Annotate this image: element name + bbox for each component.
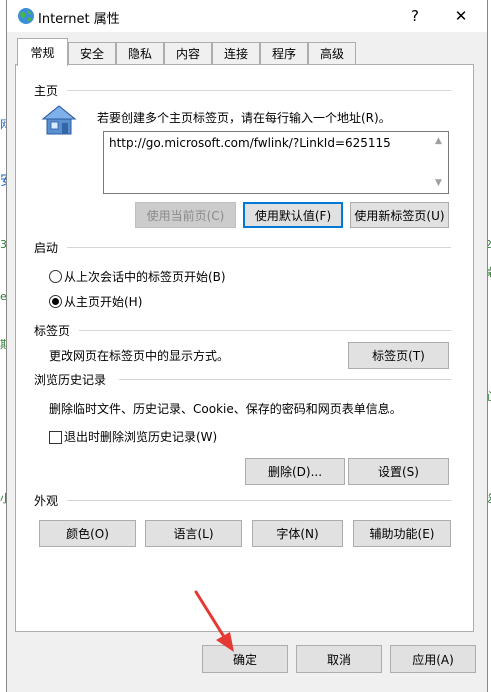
history-group-divider [119, 379, 451, 380]
startup-group-title: 启动 [34, 239, 65, 256]
appearance-group-divider [67, 500, 451, 501]
tab-advanced[interactable]: 高级 [308, 42, 356, 64]
title-bar[interactable]: Internet 属性 ? ✕ [7, 0, 487, 32]
colors-button[interactable]: 颜色(O) [39, 520, 136, 547]
delete-on-exit-checkbox[interactable] [49, 431, 62, 444]
apply-button[interactable]: 应用(A) [390, 645, 476, 673]
startup-last-session-label: 从上次会话中的标签页开始(B) [64, 270, 226, 284]
homepage-group-title: 主页 [34, 82, 65, 99]
close-button[interactable]: ✕ [441, 2, 481, 30]
scroll-up-icon[interactable]: ▲ [435, 136, 442, 146]
window-title: Internet 属性 [38, 12, 120, 27]
languages-button[interactable]: 语言(L) [145, 520, 242, 547]
delete-on-exit-label: 退出时删除浏览历史记录(W) [64, 430, 218, 444]
history-settings-button[interactable]: 设置(S) [348, 458, 449, 485]
homepage-group-divider [67, 90, 451, 91]
tab-connections[interactable]: 连接 [212, 42, 260, 64]
tab-general[interactable]: 常规 [17, 38, 68, 66]
use-default-button[interactable]: 使用默认值(F) [243, 202, 343, 228]
homepage-url-textarea[interactable]: http://go.microsoft.com/fwlink/?LinkId=6… [103, 131, 449, 194]
cancel-button[interactable]: 取消 [296, 645, 382, 673]
tabs-group-divider [79, 330, 451, 331]
startup-last-session-radio[interactable] [49, 270, 62, 283]
tab-security[interactable]: 安全 [68, 42, 116, 64]
startup-homepage-label: 从主页开始(H) [64, 295, 143, 309]
tabs-description: 更改网页在标签页中的显示方式。 [49, 349, 230, 363]
tab-content[interactable]: 内容 [164, 42, 212, 64]
homepage-description: 若要创建多个主页标签页，请在每行输入一个地址(R)。 [97, 111, 391, 125]
homepage-url-text: http://go.microsoft.com/fwlink/?LinkId=6… [109, 136, 391, 150]
tab-programs[interactable]: 程序 [260, 42, 308, 64]
history-description: 删除临时文件、历史记录、Cookie、保存的密码和网页表单信息。 [49, 402, 402, 416]
internet-options-dialog: Internet 属性 ? ✕ 常规 安全 隐私 内容 连接 程序 高级 主页 … [6, 0, 488, 692]
startup-homepage-radio[interactable] [49, 295, 62, 308]
use-current-button[interactable]: 使用当前页(C) [135, 202, 236, 228]
history-group-title: 浏览历史记录 [34, 371, 113, 388]
use-new-tab-button[interactable]: 使用新标签页(U) [350, 202, 449, 228]
textarea-scrollbar[interactable]: ▲ ▼ [432, 132, 448, 193]
startup-group-divider [67, 247, 451, 248]
home-icon [41, 105, 77, 135]
annotation-arrow-icon [194, 590, 234, 652]
tab-privacy[interactable]: 隐私 [116, 42, 164, 64]
accessibility-button[interactable]: 辅助功能(E) [353, 520, 451, 547]
fonts-button[interactable]: 字体(N) [252, 520, 343, 547]
globe-icon [18, 8, 34, 24]
tabs-group-title: 标签页 [34, 322, 77, 339]
appearance-group-title: 外观 [34, 492, 65, 509]
help-button[interactable]: ? [395, 2, 435, 30]
scroll-down-icon[interactable]: ▼ [435, 178, 442, 188]
tabs-settings-button[interactable]: 标签页(T) [348, 342, 449, 369]
delete-history-button[interactable]: 删除(D)... [245, 458, 345, 485]
